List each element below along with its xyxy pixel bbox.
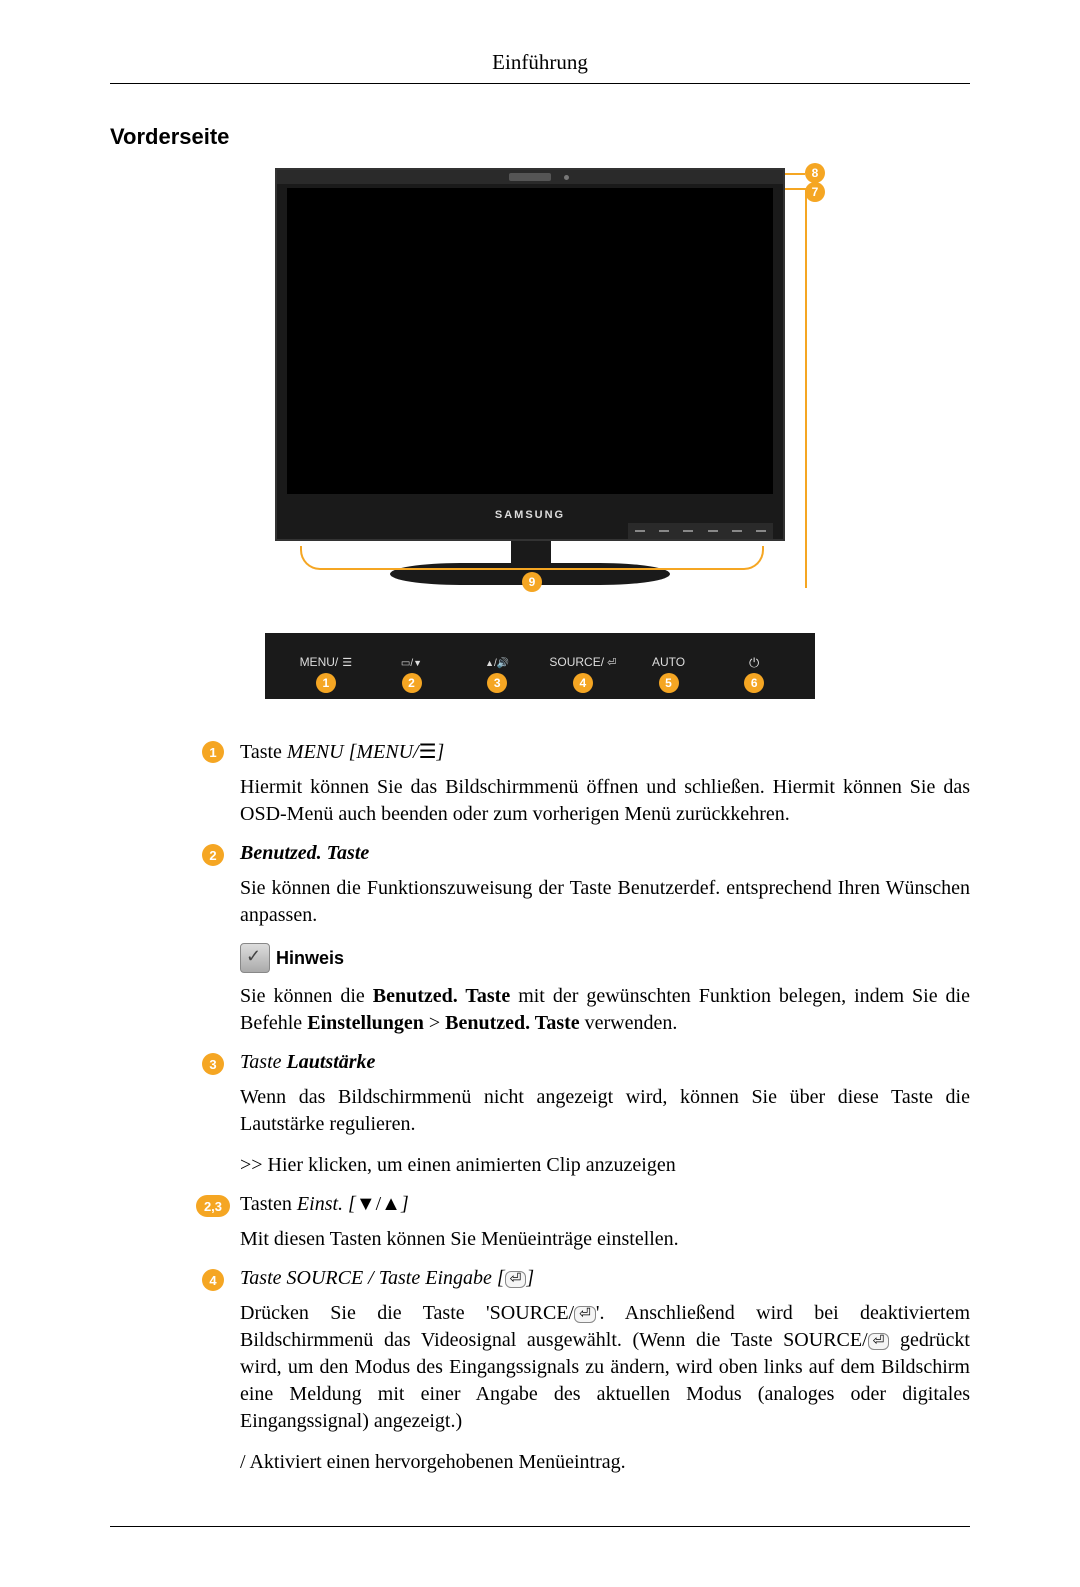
brand-label: SAMSUNG bbox=[277, 509, 783, 521]
monitor-screen bbox=[287, 188, 773, 494]
panel-btn-power: 6 bbox=[711, 655, 797, 671]
volume-icon bbox=[494, 655, 509, 669]
entry-2-title: Benutzed. Taste bbox=[240, 842, 970, 865]
callout-bracket-9 bbox=[300, 546, 764, 570]
callout-line-7a bbox=[785, 188, 805, 190]
panel-num-1: 1 bbox=[316, 673, 336, 693]
bullet-3: 3 bbox=[202, 1053, 224, 1075]
bullet-2: 2 bbox=[202, 844, 224, 866]
entry-23-body: Mit diesen Tasten können Sie Menüeinträg… bbox=[240, 1226, 970, 1253]
panel-num-3: 3 bbox=[487, 673, 507, 693]
entry-2-body1: Sie können die Funktionszuweisung der Ta… bbox=[240, 875, 970, 929]
entry-adjust: 2,3 Tasten Einst. [▼/▲] Mit diesen Taste… bbox=[240, 1193, 970, 1253]
entry-3-body2: >> Hier klicken, um einen animierten Cli… bbox=[240, 1152, 970, 1179]
bullet-2-3: 2,3 bbox=[196, 1195, 230, 1217]
panel-btn-auto: AUTO 5 bbox=[626, 655, 712, 671]
note-label: Hinweis bbox=[276, 948, 344, 969]
page-header: Einführung bbox=[110, 50, 970, 84]
section-title: Vorderseite bbox=[110, 124, 970, 150]
up-icon bbox=[485, 655, 494, 669]
panel-btn-menu: MENU/ 1 bbox=[283, 655, 369, 671]
callout-7: 7 bbox=[805, 182, 825, 202]
webcam-icon bbox=[509, 173, 551, 181]
panel-num-2: 2 bbox=[402, 673, 422, 693]
monitor-bezel: SAMSUNG bbox=[275, 168, 785, 541]
entry-source: 4 Taste SOURCE / Taste Eingabe [⏎] Drück… bbox=[240, 1267, 970, 1476]
menu-icon bbox=[338, 655, 352, 669]
custom-icon bbox=[401, 655, 413, 669]
entry-1-title: Taste MENU [MENU/☰] bbox=[240, 739, 970, 764]
entry-2-body2: Sie können die Benutzed. Taste mit der g… bbox=[240, 983, 970, 1037]
enter-icon: ⏎ bbox=[505, 1271, 527, 1288]
bullet-1: 1 bbox=[202, 741, 224, 763]
front-buttons-strip bbox=[628, 523, 773, 539]
down-icon bbox=[413, 655, 422, 669]
entry-3-body1: Wenn das Bildschirmmenü nicht angezeigt … bbox=[240, 1084, 970, 1138]
entry-23-title: Tasten Einst. [▼/▲] bbox=[240, 1193, 970, 1216]
callout-line-8 bbox=[785, 173, 805, 175]
panel-num-4: 4 bbox=[573, 673, 593, 693]
entry-4-title: Taste SOURCE / Taste Eingabe [⏎] bbox=[240, 1267, 970, 1290]
enter-icon: ⏎ bbox=[574, 1306, 596, 1323]
callout-8: 8 bbox=[805, 163, 825, 183]
panel-num-6: 6 bbox=[744, 673, 764, 693]
entry-menu: 1 Taste MENU [MENU/☰] Hiermit können Sie… bbox=[240, 739, 970, 828]
bullet-4: 4 bbox=[202, 1269, 224, 1291]
entry-4-body2: / Aktiviert einen hervorgehobenen Menüei… bbox=[240, 1449, 970, 1476]
entry-1-body: Hiermit können Sie das Bildschirmmenü öf… bbox=[240, 774, 970, 828]
note-icon bbox=[240, 943, 270, 973]
monitor-illustration: SAMSUNG 8 7 9 bbox=[265, 168, 815, 593]
power-icon bbox=[749, 656, 759, 670]
panel-btn-custom: 2 bbox=[369, 655, 455, 671]
monitor-top-bar bbox=[277, 170, 783, 184]
entry-4-body1: Drücken Sie die Taste 'SOURCE/⏎'. Anschl… bbox=[240, 1300, 970, 1435]
entry-3-title: Taste Lautstärke bbox=[240, 1051, 970, 1074]
enter-icon bbox=[604, 655, 616, 669]
callout-line-7b bbox=[805, 188, 807, 588]
callout-9: 9 bbox=[522, 572, 542, 592]
entry-volume: 3 Taste Lautstärke Wenn das Bildschirmme… bbox=[240, 1051, 970, 1179]
figure-container: SAMSUNG 8 7 9 MENU/ 1 bbox=[110, 168, 970, 699]
enter-icon: ⏎ bbox=[868, 1333, 890, 1350]
note-row: Hinweis bbox=[240, 943, 970, 973]
panel-btn-volume: 3 bbox=[454, 655, 540, 671]
panel-btn-source: SOURCE/ 4 bbox=[540, 655, 626, 671]
entry-custom: 2 Benutzed. Taste Sie können die Funktio… bbox=[240, 842, 970, 1037]
panel-num-5: 5 bbox=[659, 673, 679, 693]
front-button-panel: MENU/ 1 2 3 SOURCE/ 4 AUTO 5 bbox=[265, 633, 815, 699]
